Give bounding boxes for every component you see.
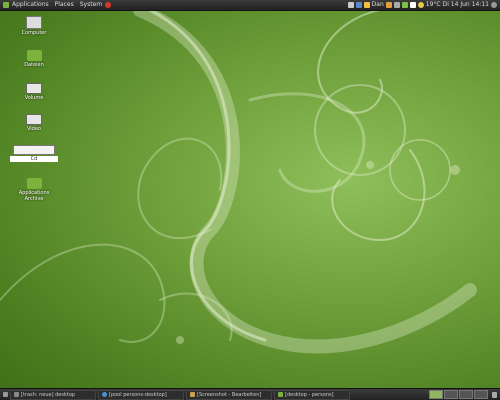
date[interactable]: Di 14 Jun — [443, 0, 470, 10]
drive-icon — [26, 114, 42, 125]
desktop-icon-label: Volume — [24, 95, 44, 101]
folder-icon — [26, 50, 42, 61]
trash-icon[interactable] — [492, 391, 497, 398]
taskbar-item[interactable]: [desktop - persons] — [274, 389, 350, 400]
system-tray: Dan 19°C Di 14 Jun 14:11 — [347, 0, 500, 10]
desktop-icon-computer[interactable]: Computer — [14, 16, 54, 36]
desktop-icon-label: Cd — [10, 156, 58, 162]
clock[interactable]: 14:11 — [472, 0, 489, 10]
desktop-icon-label: Computer — [21, 30, 47, 36]
desktop-icon-video[interactable]: Video — [14, 114, 54, 132]
chat-icon[interactable] — [385, 2, 392, 8]
top-panel: Applications Places System Dan 19°C Di 1… — [0, 0, 500, 11]
temperature[interactable]: 19°C — [426, 0, 441, 10]
workspace-1[interactable] — [429, 390, 443, 399]
drive-icon — [26, 83, 42, 94]
bottom-panel: [trash: neue] desktop [pool persons-desk… — [0, 388, 500, 400]
desktop-icon-dateien[interactable]: Dateien — [14, 50, 54, 68]
workspace-3[interactable] — [459, 390, 473, 399]
workspace-2[interactable] — [444, 390, 458, 399]
browser-icon — [102, 392, 107, 397]
volume-icon[interactable] — [393, 2, 400, 8]
image-icon — [190, 392, 195, 397]
monitor-icon — [26, 16, 42, 29]
battery-icon[interactable] — [401, 2, 408, 8]
desktop-icon-label: Applications Archive — [18, 190, 50, 202]
weather-icon[interactable] — [417, 2, 424, 8]
workspace-4[interactable] — [474, 390, 488, 399]
mail-icon[interactable] — [363, 2, 370, 8]
folder-icon — [278, 392, 283, 397]
monitor-icon[interactable] — [355, 2, 362, 8]
desktop-icon-label: Dateien — [24, 62, 44, 68]
drive-icon — [13, 145, 55, 155]
workspace-switcher — [429, 390, 492, 399]
menu-applications[interactable]: Applications — [9, 0, 52, 10]
taskbar-item[interactable]: [trash: neue] desktop — [10, 389, 96, 400]
network-icon[interactable] — [347, 2, 354, 8]
taskbar-item[interactable]: [pool persons-desktop] — [98, 389, 184, 400]
user-name[interactable]: Dan — [372, 0, 384, 10]
heart-icon[interactable] — [105, 2, 112, 8]
menu-places[interactable]: Places — [52, 0, 77, 10]
power-icon[interactable] — [491, 2, 497, 8]
desktop-icon-cd[interactable]: Cd — [10, 145, 58, 162]
desktop-icon-label: Video — [26, 126, 41, 132]
show-desktop-icon[interactable] — [3, 392, 8, 397]
desktop-icon-volume[interactable]: Volume — [14, 83, 54, 101]
update-icon[interactable] — [409, 2, 416, 8]
menu-system[interactable]: System — [77, 0, 105, 10]
terminal-icon — [14, 392, 19, 397]
desktop-icon-applications-archive[interactable]: Applications Archive — [14, 178, 54, 202]
taskbar-item[interactable]: [Screenshot - Bearbeiten] — [186, 389, 272, 400]
wallpaper-swirls — [0, 3, 477, 354]
folder-icon — [26, 178, 42, 189]
